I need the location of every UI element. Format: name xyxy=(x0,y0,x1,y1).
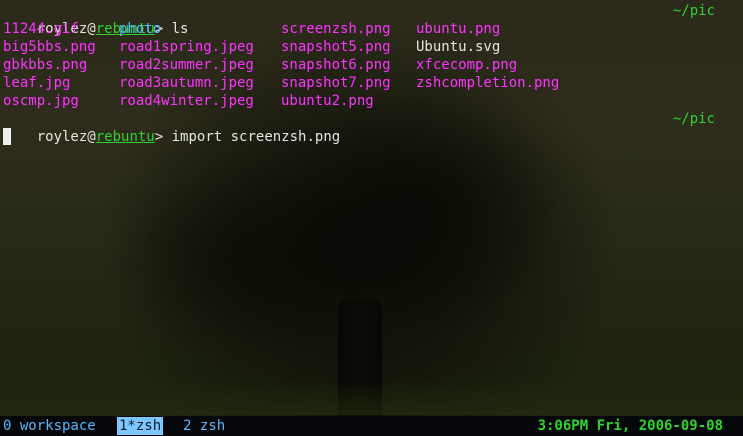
ls-entry: snapshot5.png xyxy=(281,39,391,55)
workspace-tab-0[interactable]: 0 workspace xyxy=(3,416,96,436)
ls-entry: ubuntu.png xyxy=(416,21,501,37)
prompt-user: roylez xyxy=(36,129,88,145)
clock: 3:06PM Fri, 2006-09-08 xyxy=(537,418,723,434)
ls-entry: photo xyxy=(119,21,162,37)
ls-entry: snapshot6.png xyxy=(281,57,391,73)
prompt-host: rebuntu xyxy=(95,129,155,145)
ls-entry: road1spring.jpeg xyxy=(119,39,254,55)
ls-entry: ubuntu2.png xyxy=(281,93,374,109)
ls-row: leaf.jpg road3autumn.jpeg snapshot7.png zsh… xyxy=(0,74,743,92)
ls-row: oscmp.jpg road4winter.jpeg ubuntu2.png xyxy=(0,92,743,110)
ls-entry: road4winter.jpeg xyxy=(119,93,254,109)
text-cursor[interactable] xyxy=(3,128,11,145)
terminal-window[interactable]: roylez@rebuntu> ls ~/pic 11244.gif photo s… xyxy=(0,0,743,436)
ls-entry: big5bbs.png xyxy=(3,39,96,55)
ls-entry: road3autumn.jpeg xyxy=(119,75,254,91)
ls-entry: gbkbbs.png xyxy=(3,57,88,73)
ls-row: 11244.gif photo screenzsh.png ubuntu.png xyxy=(0,20,743,38)
ls-entry: leaf.jpg xyxy=(3,75,71,91)
prompt-path: ~/pic xyxy=(672,111,715,127)
prompt-path: ~/pic xyxy=(672,3,715,19)
prompt-at: @ xyxy=(87,129,96,145)
ls-entry: 11244.gif xyxy=(3,21,79,37)
prompt-line-1: roylez@rebuntu> ls ~/pic xyxy=(3,2,740,37)
ls-entry: oscmp.jpg xyxy=(3,93,79,109)
workspace-tab-2[interactable]: 2 zsh xyxy=(183,416,225,436)
ls-entry: xfcecomp.png xyxy=(416,57,518,73)
prompt-command: import screenzsh.png xyxy=(171,129,341,145)
ls-row: gbkbbs.png road2summer.jpeg snapshot6.png x… xyxy=(0,56,743,74)
ls-entry: screenzsh.png xyxy=(281,21,391,37)
ls-entry: Ubuntu.svg xyxy=(416,39,501,55)
status-bar: 0 workspace 1*zsh 2 zsh 3:06PM Fri, 2006… xyxy=(0,416,743,436)
prompt-line-2: roylez@rebuntu> import screenzsh.png ~/p… xyxy=(3,110,740,145)
wallpaper-ground xyxy=(0,380,743,415)
workspace-tab-1[interactable]: 1*zsh xyxy=(117,417,164,435)
ls-row: big5bbs.png road1spring.jpeg snapshot5.png… xyxy=(0,38,743,56)
ls-entry: snapshot7.png xyxy=(281,75,391,91)
prompt-symbol: > xyxy=(154,129,172,145)
ls-entry: zshcompletion.png xyxy=(416,75,560,91)
ls-entry: road2summer.jpeg xyxy=(119,57,254,73)
